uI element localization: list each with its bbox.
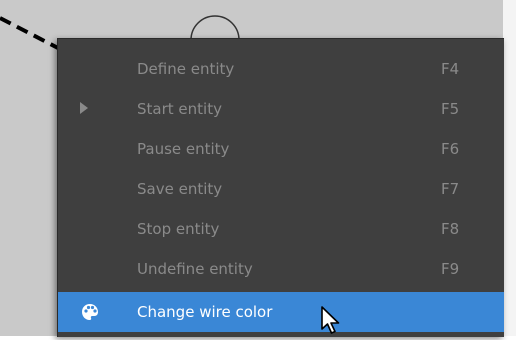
mouse-pointer-icon [320,305,346,336]
menu-item-label: Change wire color [137,303,273,321]
menu-item-pause-entity[interactable]: Pause entity F6 [58,129,504,169]
menu-item-undefine-entity[interactable]: Undefine entity F9 [58,249,504,289]
menu-item-stop-entity[interactable]: Stop entity F8 [58,209,504,249]
menu-item-label: Start entity [137,100,222,118]
menu-item-label: Define entity [137,60,235,78]
submenu-arrow-icon [80,102,88,114]
menu-item-shortcut: F9 [441,260,460,278]
menu-item-shortcut: F7 [441,180,460,198]
menu-item-label: Stop entity [137,220,220,238]
menu-item-save-entity[interactable]: Save entity F7 [58,169,504,209]
menu-item-label: Pause entity [137,140,230,158]
node-shape [190,15,240,41]
menu-item-start-entity[interactable]: Start entity F5 [58,89,504,129]
dashed-wire [0,16,59,50]
menu-item-label: Save entity [137,180,223,198]
palette-icon [80,302,100,322]
menu-item-shortcut: F6 [441,140,460,158]
menu-item-define-entity[interactable]: Define entity F4 [58,49,504,89]
menu-item-shortcut: F4 [441,60,460,78]
context-menu: Define entity F4 Start entity F5 Pause e… [57,38,504,337]
menu-item-label: Undefine entity [137,260,253,278]
menu-item-shortcut: F8 [441,220,460,238]
menu-item-shortcut: F5 [441,100,460,118]
menu-item-change-wire-color[interactable]: Change wire color [58,292,504,332]
